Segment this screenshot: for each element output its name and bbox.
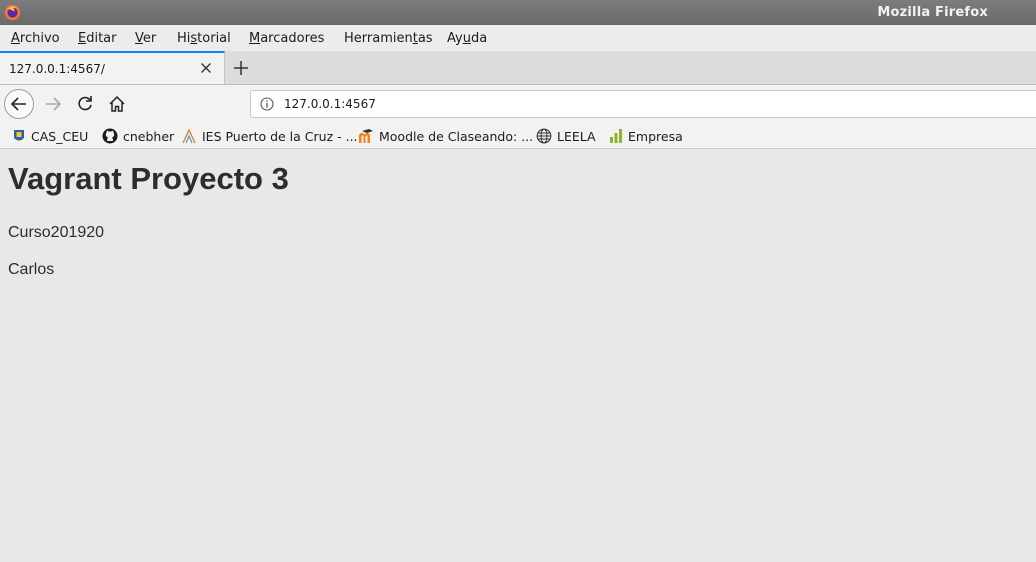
menu-marcadores[interactable]: Marcadores [249,31,324,46]
name-text: Carlos [8,261,55,278]
window-titlebar: Mozilla Firefox [0,0,1036,25]
bookmark-cas-ceu[interactable]: CAS_CEU [12,127,88,145]
forward-button[interactable] [38,89,68,119]
page-heading: Vagrant Proyecto 3 [8,161,289,196]
bookmark-moodle[interactable]: Moodle de Claseando: ... [358,127,533,145]
home-button[interactable] [102,89,132,119]
navigation-toolbar: 127.0.0.1:4567 [0,85,1036,123]
chart-icon [610,129,622,143]
menu-historial[interactable]: Historial [177,31,231,46]
url-text[interactable]: 127.0.0.1:4567 [284,97,376,111]
course-text: Curso201920 [8,224,105,241]
menu-bar: Archivo Editar Ver Historial Marcadores … [0,25,1036,51]
tab-active[interactable]: 127.0.0.1:4567/ [0,51,225,84]
bookmark-cnebher[interactable]: cnebher [102,127,174,145]
window-title: Mozilla Firefox [877,5,988,20]
menu-ayuda[interactable]: Ayuda [447,31,487,46]
tab-strip: 127.0.0.1:4567/ [0,51,1036,85]
tab-title: 127.0.0.1:4567/ [9,62,105,76]
menu-editar[interactable]: Editar [78,31,117,46]
reload-icon [78,96,92,111]
github-icon [102,128,118,144]
bookmark-leela[interactable]: LEELA [536,127,596,145]
back-button[interactable] [4,89,34,119]
bookmarks-toolbar: CAS_CEU cnebher IES Puerto de la Cruz - … [0,123,1036,149]
new-tab-plus-icon[interactable] [232,59,250,77]
arrow-right-icon [46,97,62,111]
school-icon [182,128,196,144]
home-icon [109,95,125,112]
reload-button[interactable] [70,89,100,119]
bookmark-empresa[interactable]: Empresa [609,127,683,145]
close-icon[interactable] [198,60,214,76]
url-bar[interactable]: 127.0.0.1:4567 [250,90,1036,118]
shield-icon [14,130,24,141]
moodle-icon [359,129,373,143]
arrow-left-icon [10,97,26,111]
globe-icon [536,128,552,144]
menu-ver[interactable]: Ver [135,31,156,46]
page-content: Vagrant Proyecto 3 Curso201920 Carlos [0,149,1036,562]
menu-archivo[interactable]: Archivo [11,31,60,46]
bookmark-ies-puerto[interactable]: IES Puerto de la Cruz - ... [181,127,358,145]
info-icon[interactable] [260,97,274,111]
menu-herramientas[interactable]: Herramientas [344,31,433,46]
firefox-logo-icon [4,4,21,21]
